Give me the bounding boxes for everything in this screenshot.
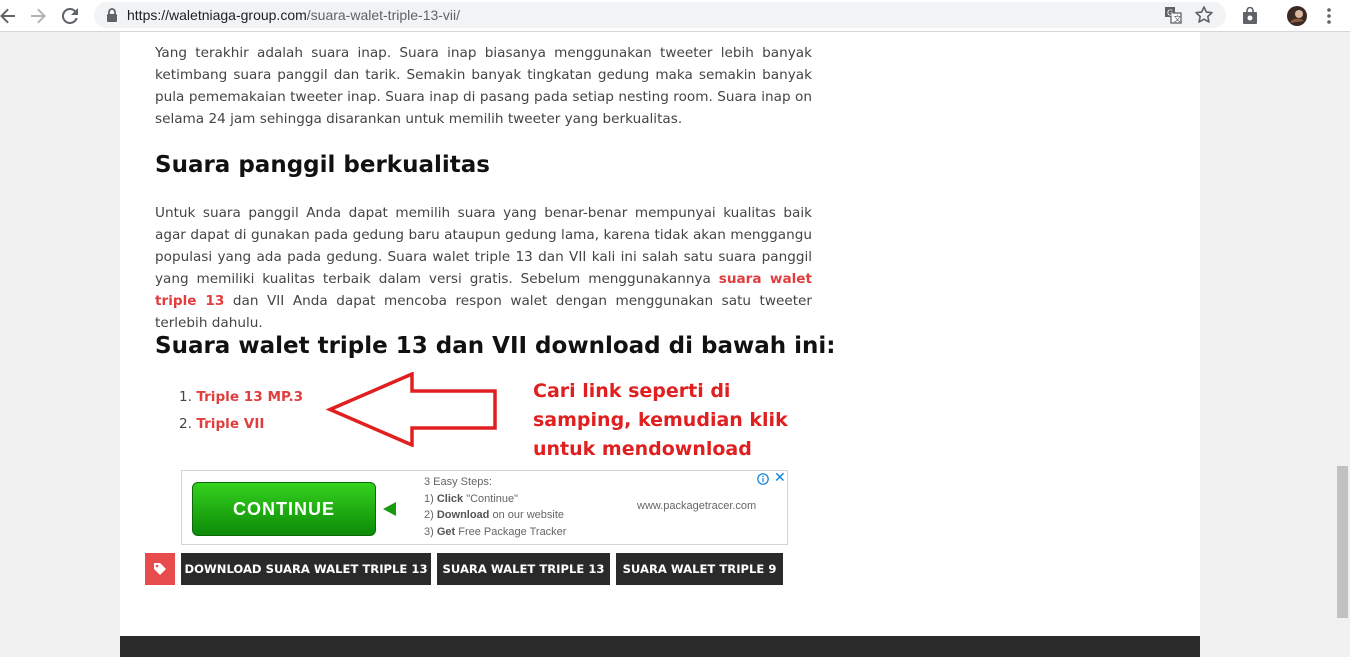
ad-url: www.packagetracer.com (637, 500, 757, 512)
ad-steps: 3 Easy Steps: 1) Click "Continue" 2) Dow… (424, 474, 566, 540)
download-list: 1. Triple 13 MP.3 2. Triple VII (179, 384, 303, 438)
ad-step: 1) Click "Continue" (424, 491, 566, 508)
extension-icon[interactable] (1238, 4, 1262, 28)
list-number: 2. (179, 416, 192, 432)
step-number: 3) (424, 525, 434, 538)
tag-suara-walet-triple-9[interactable]: SUARA WALET TRIPLE 9 (616, 553, 783, 585)
tag-icon (145, 553, 175, 585)
back-arrow-icon[interactable] (0, 4, 20, 28)
forward-arrow-icon[interactable] (26, 4, 50, 28)
svg-text:文: 文 (1174, 14, 1182, 24)
heading-suara-panggil: Suara panggil berkualitas (155, 152, 490, 178)
heading-download: Suara walet triple 13 dan VII download d… (155, 333, 836, 359)
bookmark-star-icon[interactable] (1194, 5, 1214, 25)
download-link-triple-13[interactable]: Triple 13 MP.3 (196, 389, 303, 405)
ad-info-icon[interactable] (757, 473, 769, 485)
paragraph-suara-panggil: Untuk suara panggil Anda dapat memilih s… (155, 202, 812, 334)
paragraph-suara-inap: Yang terakhir adalah suara inap. Suara i… (155, 45, 812, 127)
page-viewport: Yang terakhir adalah suara inap. Suara i… (0, 32, 1335, 657)
avatar[interactable] (1285, 4, 1309, 28)
ad-close-icon[interactable]: ✕ (774, 470, 786, 486)
step-text: Free Package Tracker (458, 525, 567, 538)
ad-step: 3) Get Free Package Tracker (424, 524, 566, 541)
svg-text:G: G (1167, 9, 1173, 18)
continue-button[interactable]: CONTINUE (192, 482, 376, 536)
step-text: "Continue" (466, 492, 519, 505)
list-item: 1. Triple 13 MP.3 (179, 384, 303, 411)
step-bold: Click (436, 492, 464, 505)
vertical-scrollbar[interactable] (1335, 32, 1350, 657)
step-bold: Download (436, 509, 490, 521)
tag-suara-walet-triple-13[interactable]: SUARA WALET TRIPLE 13 (437, 553, 610, 585)
url-text: https://waletniaga-group.com/suara-walet… (127, 7, 460, 23)
address-bar[interactable]: https://waletniaga-group.com/suara-walet… (94, 2, 1226, 28)
step-text: on our website (492, 509, 565, 521)
more-menu-icon[interactable] (1317, 4, 1341, 28)
left-arrow-annotation-icon (325, 372, 497, 447)
list-item: 2. Triple VII (179, 411, 303, 438)
browser-toolbar: https://waletniaga-group.com/suara-walet… (0, 0, 1350, 32)
url-path: /suara-walet-triple-13-vii/ (306, 7, 461, 23)
footer-bar (120, 636, 1200, 657)
annotation-text: Cari link seperti di samping, kemudian k… (533, 380, 788, 460)
ad-step: 2) Download on our website (424, 507, 566, 524)
step-number: 2) (424, 509, 434, 521)
tag-download-suara-walet-triple-13[interactable]: DOWNLOAD SUARA WALET TRIPLE 13 (181, 553, 431, 585)
url-domain: https://waletniaga-group.com (127, 7, 307, 23)
translate-icon[interactable]: G文 (1164, 6, 1182, 24)
play-triangle-icon (383, 502, 396, 516)
list-number: 1. (179, 389, 192, 405)
advertisement-banner[interactable]: CONTINUE 3 Easy Steps: 1) Click "Continu… (181, 470, 788, 545)
reload-icon[interactable] (58, 4, 82, 28)
download-link-triple-vii[interactable]: Triple VII (196, 416, 264, 432)
step-number: 1) (424, 492, 434, 505)
paragraph-text: Untuk suara panggil Anda dapat memilih s… (155, 205, 812, 287)
paragraph-text-end: dan VII Anda dapat mencoba respon walet … (155, 293, 812, 331)
ad-steps-title: 3 Easy Steps: (424, 476, 492, 488)
scrollbar-thumb[interactable] (1337, 466, 1348, 618)
lock-icon (107, 8, 117, 22)
step-bold: Get (436, 525, 456, 538)
